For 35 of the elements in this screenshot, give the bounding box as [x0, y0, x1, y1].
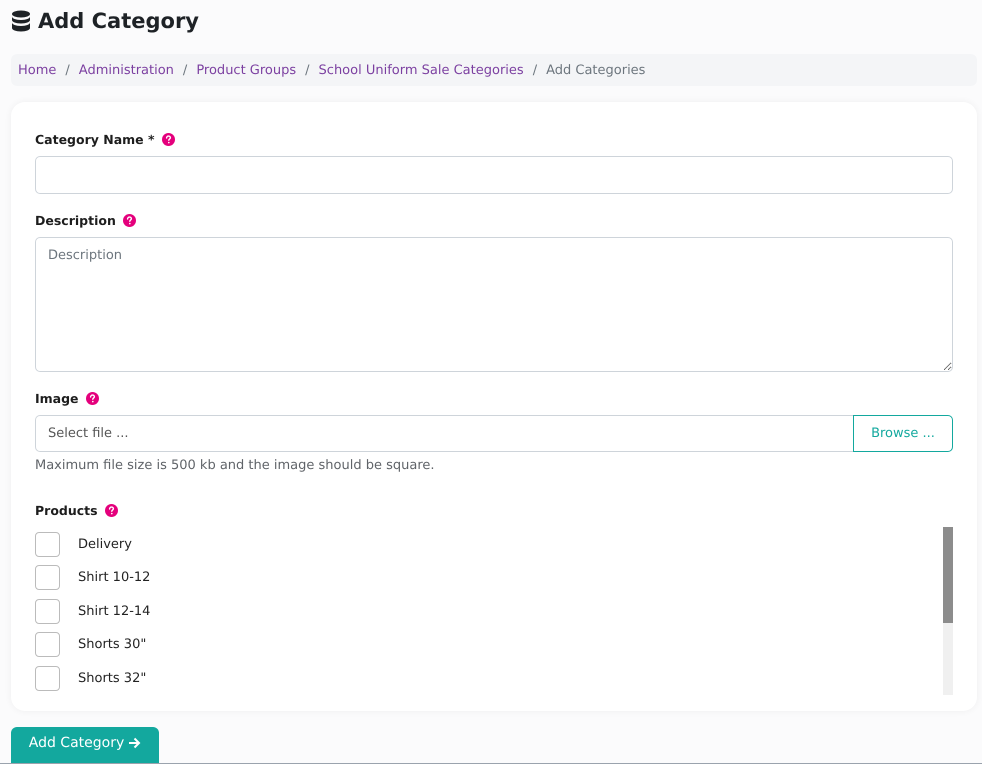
- product-label: Shirt 12-14: [78, 604, 150, 619]
- product-label: Delivery: [78, 536, 132, 552]
- help-icon[interactable]: [122, 214, 136, 228]
- field-label: Image: [35, 391, 79, 406]
- breadcrumb-link[interactable]: Product Groups: [196, 62, 296, 78]
- breadcrumb-link[interactable]: Home: [18, 62, 56, 78]
- description-field[interactable]: Description: [35, 237, 953, 372]
- page-title: Add Category: [38, 9, 199, 34]
- checkbox[interactable]: [35, 532, 60, 557]
- field-label: Products: [35, 503, 98, 518]
- checkbox[interactable]: [35, 598, 60, 624]
- breadcrumb-separator: /: [532, 62, 538, 78]
- scrollbar-thumb[interactable]: [943, 527, 953, 624]
- field-label: Description: [35, 213, 116, 228]
- file-field[interactable]: Select file ...: [35, 415, 853, 452]
- product-label: Shorts 30": [78, 637, 146, 652]
- arrow-right-icon: [128, 736, 142, 749]
- breadcrumb-separator: /: [305, 62, 310, 78]
- help-icon[interactable]: [162, 133, 175, 146]
- database-icon: [11, 10, 31, 32]
- help-icon[interactable]: [104, 504, 118, 518]
- category-name-field[interactable]: [35, 156, 953, 194]
- breadcrumb-current-page: Add Categories: [546, 62, 646, 78]
- breadcrumb-link[interactable]: Administration: [78, 62, 174, 78]
- product-label: Shirt 10-12: [78, 570, 150, 586]
- product-label: Shorts 32": [78, 670, 146, 686]
- help-icon[interactable]: [86, 392, 99, 406]
- breadcrumb-separator: /: [65, 62, 70, 78]
- hint-text: Maximum file size is 500 kb and the image should be square.: [35, 458, 436, 474]
- checkbox[interactable]: [35, 565, 60, 590]
- field-label: Category Name *: [35, 132, 155, 148]
- checkbox[interactable]: [35, 632, 60, 658]
- checkbox[interactable]: [35, 666, 60, 691]
- breadcrumb-separator: /: [182, 62, 188, 78]
- breadcrumb-link[interactable]: School Uniform Sale Categories: [318, 62, 524, 78]
